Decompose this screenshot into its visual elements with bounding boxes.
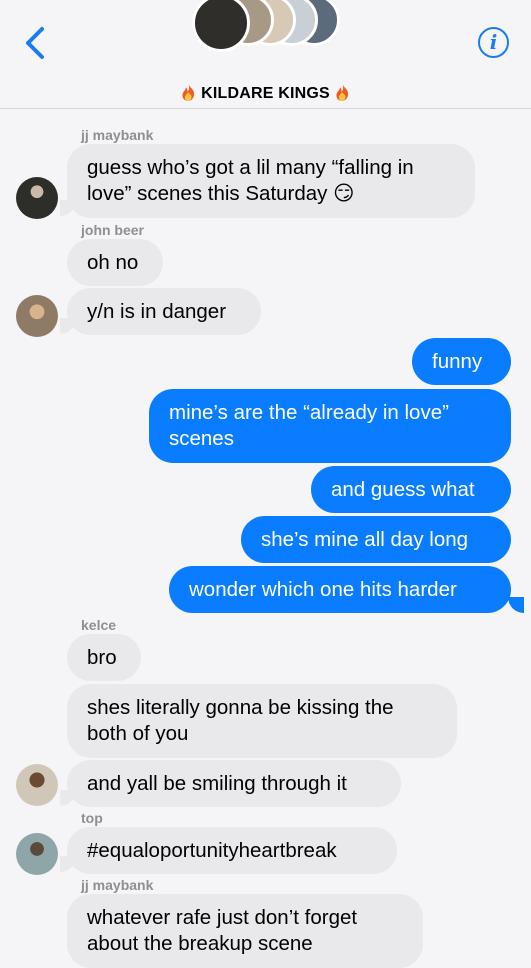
message-bubble[interactable]: bro [67, 634, 141, 681]
bubble-tail [60, 318, 76, 334]
message-text: scenes [169, 427, 234, 450]
message-bubble[interactable]: #equaloportunityheartbreak [67, 827, 397, 874]
message-bubble[interactable]: mine’s are the “already in love” scenes [149, 389, 511, 463]
group-title[interactable]: KILDARE KINGS [0, 84, 531, 103]
chat-header: i KILDARE KINGS [0, 0, 531, 109]
message-bubble[interactable]: funny [412, 338, 511, 385]
fire-icon [182, 84, 195, 101]
message-text: y/n is in danger [87, 300, 227, 323]
message-text: guess who’s got a lil many “falling in [87, 156, 414, 179]
message-bubble[interactable]: guess who’s got a lil many “falling in l… [67, 144, 475, 218]
info-icon[interactable]: i [478, 27, 509, 58]
avatar[interactable] [16, 295, 58, 337]
sender-name: john beer [81, 222, 145, 238]
sender-name: jj maybank [81, 127, 154, 143]
message-text: mine’s are the “already in love” [169, 401, 449, 424]
avatar[interactable] [16, 833, 58, 875]
message-text: #equaloportunityheartbreak [87, 839, 337, 862]
message-text: bro [87, 646, 117, 669]
chevron-left-icon[interactable] [22, 26, 52, 60]
sender-name: jj maybank [81, 877, 154, 893]
bubble-tail [60, 200, 76, 216]
message-text: and guess what [331, 478, 475, 501]
message-text: love” scenes this Saturday 😏 [87, 182, 355, 205]
message-text: she’s mine all day long [261, 528, 469, 551]
avatar[interactable] [16, 764, 58, 806]
message-bubble[interactable]: whatever rafe just don’t forget about th… [67, 894, 423, 968]
message-text: and yall be smiling through it [87, 772, 347, 795]
message-text: wonder which one hits harder [189, 578, 457, 601]
bubble-tail [60, 856, 76, 872]
message-bubble[interactable]: and yall be smiling through it [67, 760, 401, 807]
message-bubble[interactable]: oh no [67, 239, 163, 286]
message-bubble[interactable]: wonder which one hits harder [169, 566, 511, 613]
message-bubble[interactable]: shes literally gonna be kissing the both… [67, 684, 457, 758]
bubble-tail [60, 790, 76, 806]
sender-name: top [81, 810, 103, 826]
group-title-text: KILDARE KINGS [201, 85, 330, 102]
message-text: funny [432, 350, 483, 373]
message-bubble[interactable]: y/n is in danger [67, 288, 261, 335]
sender-name: kelce [81, 617, 117, 633]
message-text: shes literally gonna be kissing the [87, 696, 394, 719]
bubble-tail [508, 597, 524, 613]
fire-icon [336, 84, 348, 101]
group-avatars[interactable] [192, 0, 352, 52]
message-bubble[interactable]: she’s mine all day long [241, 516, 511, 563]
avatar[interactable] [16, 177, 58, 219]
message-text: about the breakup scene [87, 932, 313, 955]
message-text: oh no [87, 251, 139, 274]
message-text: whatever rafe just don’t forget [87, 906, 358, 929]
message-text: both of you [87, 722, 189, 745]
message-bubble[interactable]: and guess what [311, 466, 511, 513]
